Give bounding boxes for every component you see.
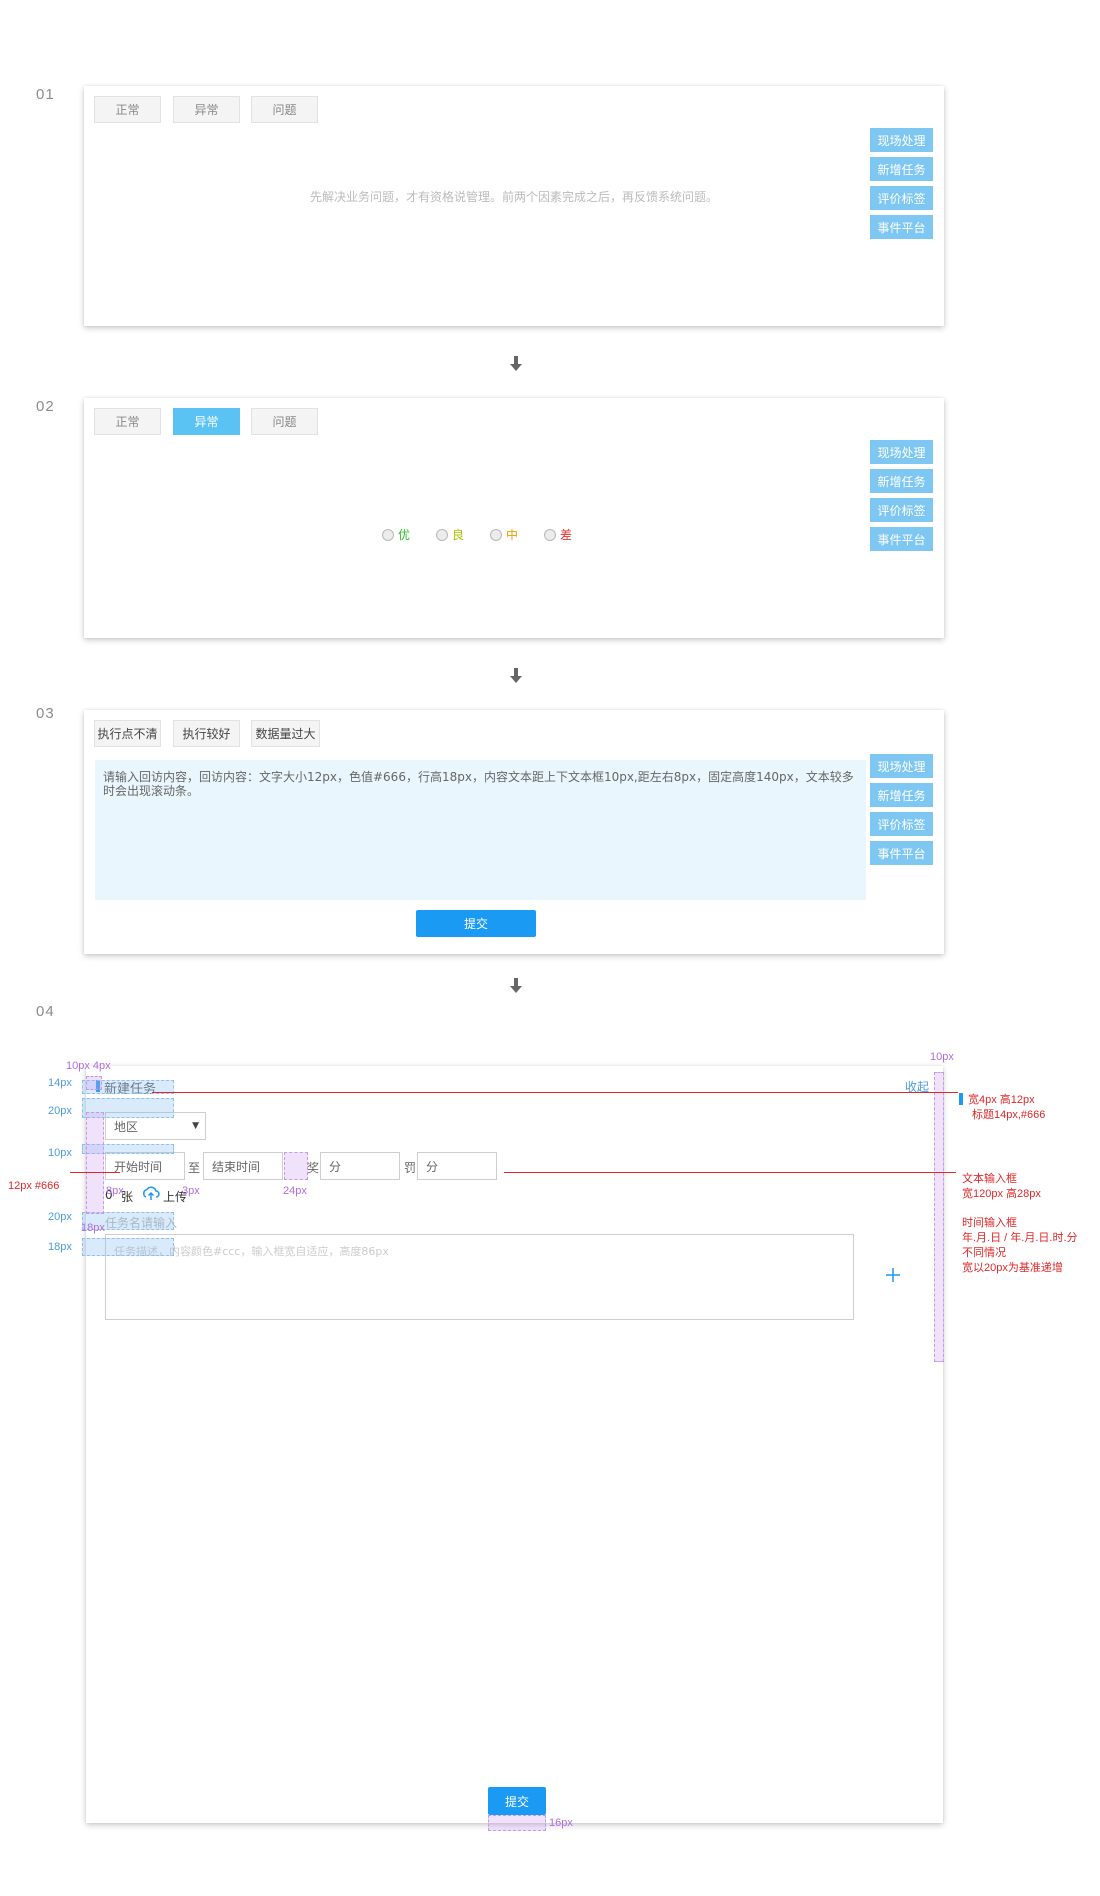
tab-data-too-large[interactable]: 数据量过大	[251, 720, 320, 747]
new-task-button[interactable]: 新增任务	[870, 783, 933, 807]
annotation-16px: 16px	[549, 1817, 573, 1829]
start-time-input[interactable]: 开始时间	[105, 1152, 185, 1180]
rating-good[interactable]: 良	[436, 526, 464, 543]
down-arrow-icon	[510, 668, 522, 683]
submit-button[interactable]: 提交	[416, 910, 536, 937]
annotation-10px-right: 10px	[930, 1051, 954, 1063]
plus-icon[interactable]	[885, 1267, 901, 1283]
penalty-label: 罚	[404, 1161, 417, 1175]
radio-icon[interactable]	[382, 528, 394, 541]
submit-button[interactable]: 提交	[488, 1787, 546, 1815]
to-label: 至	[188, 1161, 201, 1175]
annotation-input-title: 文本输入框	[962, 1173, 1017, 1185]
rating-label: 差	[560, 528, 573, 542]
onsite-handling-button[interactable]: 现场处理	[870, 128, 933, 152]
annotation-title-font: 标题14px,#666	[972, 1109, 1046, 1121]
tab-abnormal-active[interactable]: 异常	[173, 408, 240, 435]
hint-text: 先解决业务问题，才有资格说管理。前两个因素完成之后，再反馈系统问题。	[309, 190, 718, 204]
event-platform-button[interactable]: 事件平台	[870, 841, 933, 865]
annotation-time-cases: 不同情况	[962, 1247, 1006, 1259]
step-number-3: 03	[36, 705, 55, 722]
radio-icon[interactable]	[490, 528, 503, 541]
spacing-guide-24	[284, 1152, 308, 1180]
annotation-24px: 24px	[283, 1185, 307, 1197]
down-arrow-icon	[510, 978, 522, 993]
annotation-3px: 3px	[182, 1185, 200, 1197]
new-task-button[interactable]: 新增任务	[870, 469, 933, 493]
radio-icon[interactable]	[436, 528, 449, 541]
font-reference-line	[70, 1172, 120, 1173]
panel-abnormal: 正常 异常 问题 现场处理 新增任务 评价标签 事件平台 优 良 中 差	[84, 398, 944, 638]
end-time-input[interactable]: 结束时间	[203, 1152, 283, 1180]
rating-excellent[interactable]: 优	[382, 526, 410, 543]
annotation-input-size: 宽120px 高28px	[962, 1188, 1041, 1200]
annotation-title-size: 宽4px 高12px	[968, 1094, 1035, 1106]
annotation-time-title: 时间输入框	[962, 1217, 1017, 1229]
padding-guide-right	[934, 1072, 944, 1362]
padding-guide-left	[86, 1112, 104, 1214]
reward-input[interactable]: 分	[320, 1152, 400, 1180]
annotation-18px-a: 18px	[81, 1222, 105, 1234]
rating-label: 中	[506, 528, 519, 542]
feedback-textarea[interactable]: 请输入回访内容，回访内容：文字大小12px，色值#666，行高18px，内容文本…	[95, 760, 866, 900]
annotation-20px-b: 20px	[48, 1211, 72, 1223]
annotation-14px: 14px	[48, 1077, 72, 1089]
step-number-1: 01	[36, 86, 55, 103]
radio-icon[interactable]	[544, 528, 557, 541]
step-number-4: 04	[36, 1003, 55, 1020]
rating-group: 优 良 中 差	[382, 526, 572, 543]
rating-poor[interactable]: 差	[544, 526, 572, 543]
panel-normal: 正常 异常 问题 现场处理 新增任务 评价标签 事件平台 先解决业务问题，才有资…	[84, 86, 944, 326]
annotation-time-width: 宽以20px为基准递增	[962, 1262, 1063, 1274]
tab-problem[interactable]: 问题	[251, 408, 318, 435]
annotation-10px-4px: 10px 4px	[66, 1060, 111, 1072]
annotation-8px: 8px	[106, 1185, 124, 1197]
title-reference-line	[152, 1092, 958, 1093]
rating-label: 良	[452, 528, 465, 542]
evaluation-tag-button[interactable]: 评价标签	[870, 812, 933, 836]
region-select-value: 地区	[114, 1119, 139, 1134]
caret-down-icon: ▼	[192, 1121, 199, 1131]
annotation-10px: 10px	[48, 1147, 72, 1159]
tab-normal[interactable]: 正常	[94, 96, 161, 123]
task-description-textarea[interactable]: 任务描述，内容颜色#ccc，输入框宽自适应，高度86px	[105, 1234, 854, 1320]
evaluation-tag-button[interactable]: 评价标签	[870, 498, 933, 522]
padding-guide-top-left	[86, 1076, 102, 1090]
reward-label: 奖	[307, 1161, 320, 1175]
tab-executed-well[interactable]: 执行较好	[173, 720, 240, 747]
event-platform-button[interactable]: 事件平台	[870, 527, 933, 551]
annotation-20px: 20px	[48, 1105, 72, 1117]
event-platform-button[interactable]: 事件平台	[870, 215, 933, 239]
input-reference-line	[504, 1172, 956, 1173]
onsite-handling-button[interactable]: 现场处理	[870, 440, 933, 464]
panel-feedback: 执行点不清 执行较好 数据量过大 现场处理 新增任务 评价标签 事件平台 请输入…	[84, 710, 944, 954]
down-arrow-icon	[510, 356, 522, 371]
annotation-time-format: 年.月.日 / 年.月.日.时.分	[962, 1232, 1078, 1244]
spacing-guide-18	[82, 1238, 174, 1256]
tab-abnormal[interactable]: 异常	[173, 96, 240, 123]
tab-normal[interactable]: 正常	[94, 408, 161, 435]
tab-problem[interactable]: 问题	[251, 96, 318, 123]
rating-medium[interactable]: 中	[490, 526, 518, 543]
annotation-18px-b: 18px	[48, 1241, 72, 1253]
spacing-guide-bottom	[488, 1815, 546, 1831]
annotation-12px-666: 12px #666	[8, 1180, 60, 1192]
step-number-2: 02	[36, 398, 55, 415]
tab-unclear-point[interactable]: 执行点不清	[94, 720, 161, 747]
panel-new-task: 新建任务 收起 地区 ▼ 开始时间 至 结束时间 奖 分 罚 分 0 张 上传 …	[86, 1066, 943, 1823]
onsite-handling-button[interactable]: 现场处理	[870, 754, 933, 778]
title-bar-sample	[959, 1093, 963, 1105]
rating-label: 优	[398, 528, 411, 542]
penalty-input[interactable]: 分	[417, 1152, 497, 1180]
upload-cloud-icon[interactable]	[142, 1186, 160, 1202]
new-task-button[interactable]: 新增任务	[870, 157, 933, 181]
